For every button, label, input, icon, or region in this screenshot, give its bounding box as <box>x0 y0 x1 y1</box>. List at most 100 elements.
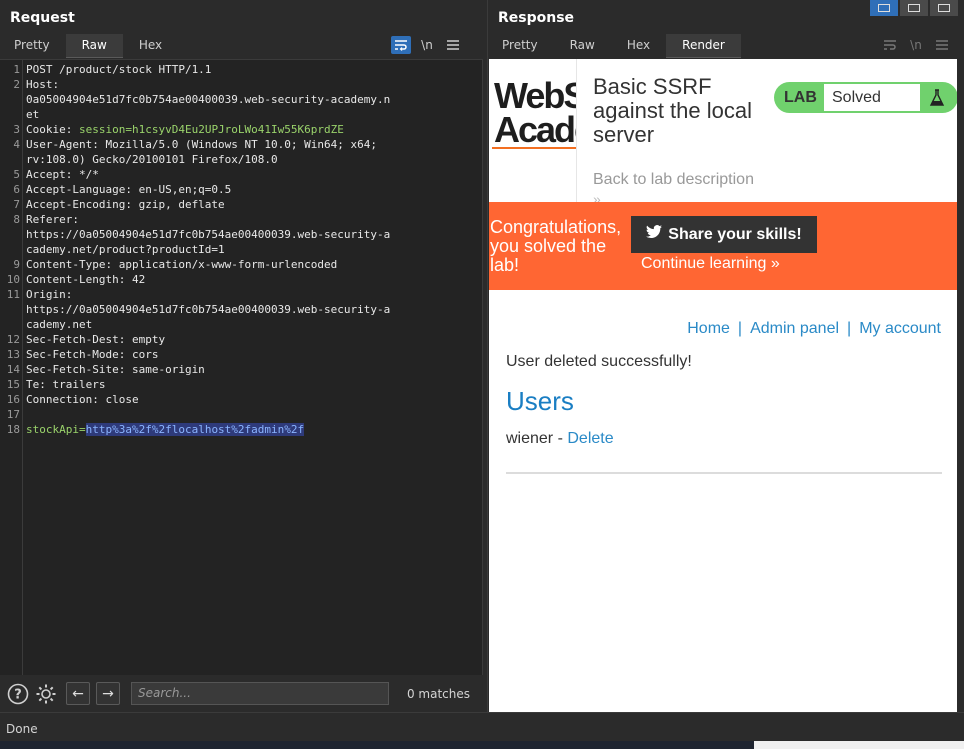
line-number: 14 <box>6 363 20 376</box>
newline-icon[interactable]: \n <box>417 36 437 54</box>
header-content-length: Content-Length: 42 <box>26 273 146 286</box>
line-number: 9 <box>13 258 20 271</box>
header-referer-value: https://0a05004904e51d7fc0b754ae00400039… <box>26 228 391 241</box>
continue-learning-link[interactable]: Continue learning » <box>641 255 780 273</box>
header-origin: Origin: <box>26 288 73 301</box>
settings-gear-icon[interactable] <box>35 683 57 705</box>
tab-pretty[interactable]: Pretty <box>488 34 554 58</box>
help-icon[interactable]: ? <box>7 683 29 705</box>
tab-render[interactable]: Render <box>666 34 741 58</box>
request-toolbar-icons: \n <box>391 34 463 56</box>
render-scrollbar[interactable] <box>957 59 964 712</box>
back-to-lab-link[interactable]: Back to lab description <box>593 171 754 189</box>
user-name: wiener - <box>506 430 568 447</box>
line-number: 2 <box>13 78 20 91</box>
wrap-lines-icon[interactable] <box>880 36 900 54</box>
search-input[interactable]: Search... <box>131 682 389 705</box>
logo-underline <box>492 147 576 149</box>
line-number: 10 <box>6 273 20 286</box>
menu-icon[interactable] <box>932 36 952 54</box>
line-number: 3 <box>13 123 20 136</box>
header-referer-value-cont: cademy.net/product?productId=1 <box>26 243 225 256</box>
request-panel: Request Pretty Raw Hex \n 1 2 3 4 5 6 7 <box>0 0 485 712</box>
header-origin-value: https://0a05004904e51d7fc0b754ae00400039… <box>26 303 391 316</box>
header-sec-fetch-site: Sec-Fetch-Site: same-origin <box>26 363 205 376</box>
status-text: Done <box>6 722 38 736</box>
share-skills-button[interactable]: Share your skills! <box>631 216 817 253</box>
request-title: Request <box>10 10 75 26</box>
line-number: 1 <box>13 63 20 76</box>
tab-hex[interactable]: Hex <box>611 34 666 58</box>
nav-separator: | <box>847 320 852 337</box>
delete-user-link[interactable]: Delete <box>567 430 613 447</box>
header-referer: Referer: <box>26 213 79 226</box>
response-tabs: Pretty Raw Hex Render <box>488 34 741 58</box>
back-arrow-icon[interactable]: ← <box>66 682 90 705</box>
line-number: 15 <box>6 378 20 391</box>
header-accept-encoding: Accept-Encoding: gzip, deflate <box>26 198 225 211</box>
line-number: 11 <box>6 288 20 301</box>
param-key: stockApi= <box>26 423 86 436</box>
header-sec-fetch-dest: Sec-Fetch-Dest: empty <box>26 333 166 346</box>
web-security-academy-logo[interactable]: WebS Acade <box>489 59 577 151</box>
logo-line-2: Acade <box>494 109 577 150</box>
param-value-selected: http%3a%2f%2flocalhost%2fadmin%2f <box>85 423 305 436</box>
layout-side-by-side-icon[interactable] <box>870 0 898 16</box>
layout-tabs-icon[interactable] <box>930 0 958 16</box>
header-sec-fetch-mode: Sec-Fetch-Mode: cors <box>26 348 159 361</box>
line-number: 7 <box>13 198 20 211</box>
solved-banner: Congratulations, you solved the lab! Sha… <box>489 202 958 290</box>
users-heading: Users <box>506 386 574 416</box>
taskbar-strip <box>0 741 754 749</box>
flask-icon <box>926 87 948 109</box>
user-row: wiener - Delete <box>506 430 614 448</box>
header-connection: Connection: close <box>26 393 139 406</box>
taskbar-strip-light <box>754 741 964 749</box>
nav-my-account-link[interactable]: My account <box>859 320 941 337</box>
divider <box>506 472 942 474</box>
line-number: 13 <box>6 348 20 361</box>
tab-raw[interactable]: Raw <box>554 34 611 58</box>
layout-buttons <box>870 0 958 16</box>
tab-raw[interactable]: Raw <box>65 34 123 58</box>
nav-admin-panel-link[interactable]: Admin panel <box>750 320 839 337</box>
header-host-value-cont: et <box>26 108 40 121</box>
nav-home-link[interactable]: Home <box>687 320 730 337</box>
logo-text: WebS Acade <box>494 75 577 150</box>
request-line: POST /product/stock HTTP/1.1 <box>26 63 212 76</box>
line-number: 8 <box>13 213 20 226</box>
divider <box>576 59 577 209</box>
status-message: User deleted successfully! <box>506 353 692 370</box>
header-accept: Accept: */* <box>26 168 99 181</box>
body-param: stockApi=http%3a%2f%2flocalhost%2fadmin%… <box>26 422 476 437</box>
top-nav: Home | Admin panel | My account <box>687 320 941 338</box>
nav-separator: | <box>737 320 743 337</box>
header-host: Host: <box>26 78 60 91</box>
line-number: 18 <box>6 423 20 436</box>
response-title: Response <box>498 10 575 26</box>
share-label: Share your skills! <box>668 225 802 243</box>
badge-lab-label: LAB <box>784 89 817 106</box>
cookie-header-name: Cookie: <box>26 123 79 136</box>
burp-repeater-window: Request Pretty Raw Hex \n 1 2 3 4 5 6 7 <box>0 0 964 749</box>
layout-stacked-icon[interactable] <box>900 0 928 16</box>
header-content-type: Content-Type: application/x-www-form-url… <box>26 258 338 271</box>
forward-arrow-icon[interactable]: → <box>96 682 120 705</box>
header-user-agent: User-Agent: Mozilla/5.0 (Windows NT 10.0… <box>26 138 377 151</box>
svg-text:?: ? <box>14 688 22 703</box>
rendered-page: WebS Acade Basic SSRF against the local … <box>489 59 958 712</box>
menu-icon[interactable] <box>443 36 463 54</box>
line-number: 6 <box>13 183 20 196</box>
cookie-value: h1csyvD4Eu2UPJroLWo41Iw55K6prdZE <box>131 123 344 136</box>
header-cookie: Cookie: session=h1csyvD4Eu2UPJroLWo41Iw5… <box>26 122 476 137</box>
logo-line-1: WebS <box>494 75 577 116</box>
header-origin-value-cont: cademy.net <box>26 318 93 331</box>
lab-title: Basic SSRF against the local server <box>593 74 752 147</box>
lab-status-badge: LAB Solved <box>774 82 958 113</box>
newline-icon[interactable]: \n <box>906 36 926 54</box>
wrap-lines-icon[interactable] <box>391 36 411 54</box>
tab-hex[interactable]: Hex <box>123 34 178 58</box>
header-te: Te: trailers <box>26 378 106 391</box>
request-editor[interactable]: 1 2 3 4 5 6 7 8 9 10 11 12 13 14 15 16 1… <box>0 59 483 675</box>
tab-pretty[interactable]: Pretty <box>0 34 66 58</box>
